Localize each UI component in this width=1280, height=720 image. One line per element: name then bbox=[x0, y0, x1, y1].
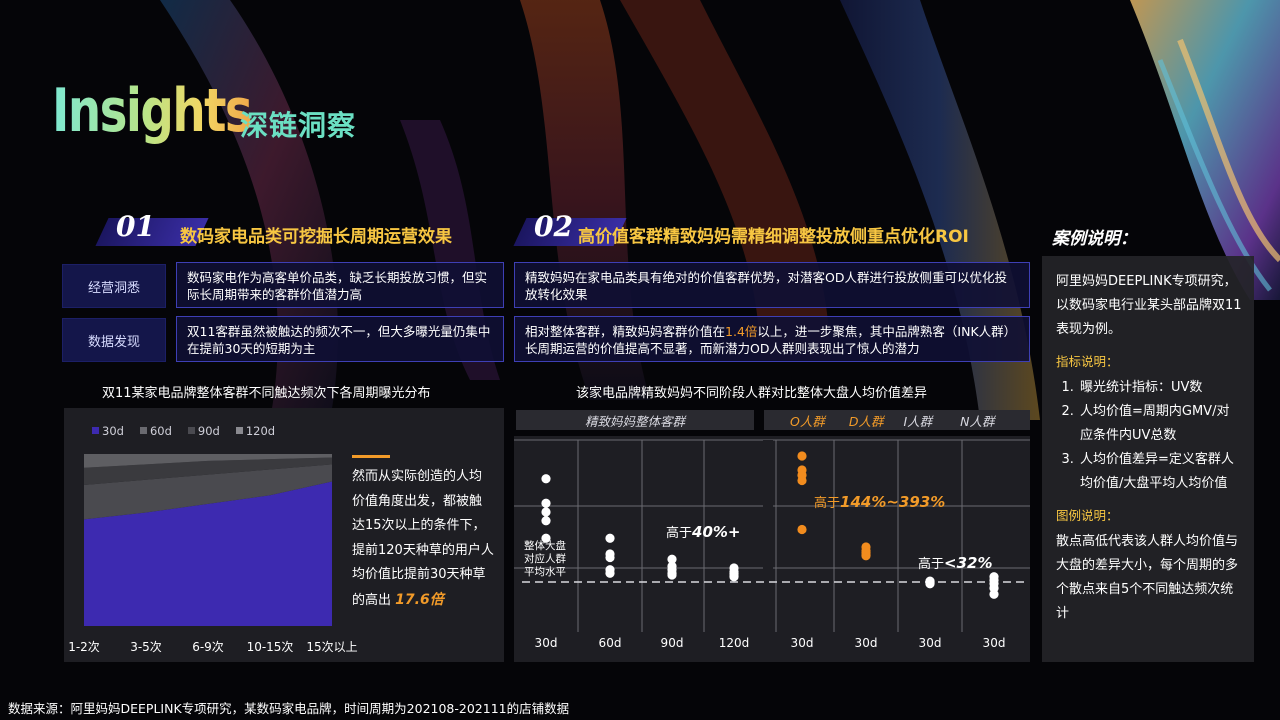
title-chinese: 深链洞察 bbox=[240, 109, 357, 142]
scatter-point bbox=[925, 579, 935, 589]
scatter-point bbox=[989, 589, 999, 599]
scatter-point bbox=[541, 474, 551, 484]
legend-item-120d: 120d bbox=[235, 424, 276, 438]
annotation-whole: 高于40%+ bbox=[666, 522, 741, 541]
metric-item: 曝光统计指标：UV数 bbox=[1078, 376, 1242, 400]
title-insights: Insights bbox=[52, 76, 253, 146]
left-chart-note: 然而从实际创造的人均价值角度出发，都被触达15次以上的条件下，提前120天种草的… bbox=[352, 465, 494, 613]
annotation-in-value: <32% bbox=[944, 554, 993, 572]
group-label-whole-text: 精致妈妈整体客群 bbox=[584, 413, 685, 429]
scatter-point bbox=[797, 451, 807, 461]
left-chart-title: 双11某家电品牌整体客群不同触达频次下各周期曝光分布 bbox=[102, 386, 431, 401]
scatter-point bbox=[541, 498, 551, 508]
reference-line-label: 整体大盘 对应人群 平均水平 bbox=[524, 540, 566, 579]
annotation-od: 高于144%~393% bbox=[814, 492, 945, 511]
legend-item-60d: 60d bbox=[139, 424, 172, 438]
legend-item-90d: 90d bbox=[187, 424, 220, 438]
segment-label-d: D人群 bbox=[848, 413, 884, 429]
metrics-title: 指标说明： bbox=[1056, 354, 1119, 369]
metric-item: 人均价值差异=定义客群人均价值/大盘平均人均价值 bbox=[1078, 448, 1242, 496]
legend-label-30d: 30d bbox=[102, 424, 124, 438]
note-text: 然而从实际创造的人均价值角度出发，都被触达15次以上的条件下，提前120天种草的… bbox=[352, 469, 494, 608]
area-x-label: 10-15次 bbox=[246, 640, 294, 654]
legend-explanation: 散点高低代表该人群人均价值与大盘的差异大小，每个周期的多个散点来自5个不同触达频… bbox=[1056, 534, 1239, 621]
section-01-title: 数码家电品类可挖掘长周期运营效果 bbox=[180, 227, 452, 247]
legend-title: 图例说明： bbox=[1056, 508, 1119, 523]
scatter-x-label: 120d bbox=[718, 636, 750, 650]
ref-label-line2: 对应人群 bbox=[524, 553, 566, 565]
area-x-label: 6-9次 bbox=[192, 640, 224, 654]
area-x-label: 1-2次 bbox=[68, 640, 100, 654]
area-x-label: 15次以上 bbox=[306, 640, 358, 654]
ref-label-line3: 平均水平 bbox=[524, 566, 566, 578]
section-02-title: 高价值客群精致妈妈需精细调整投放侧重点优化ROI bbox=[578, 227, 969, 247]
scatter-x-label: 30d bbox=[790, 636, 814, 650]
case-panel: 阿里妈妈DEEPLINK专项研究，以数码家电行业某头部品牌双11表现为例。 指标… bbox=[1042, 256, 1254, 662]
scatter-point bbox=[797, 524, 807, 535]
annotation-whole-prefix: 高于 bbox=[666, 526, 693, 541]
note-highlight-value: 17.6倍 bbox=[395, 591, 444, 608]
segment-label-n: N人群 bbox=[960, 413, 995, 429]
ref-label-line1: 整体大盘 bbox=[524, 540, 566, 552]
legend-label-60d: 60d bbox=[149, 424, 172, 438]
row2-highlight-multiple: 1.4倍 bbox=[725, 324, 758, 339]
legend-label-90d: 90d bbox=[197, 424, 220, 438]
scatter-x-label: 90d bbox=[660, 636, 684, 650]
note-accent-line bbox=[352, 455, 390, 458]
scatter-point bbox=[605, 533, 615, 543]
scatter-x-label: 30d bbox=[918, 636, 942, 650]
scatter-point bbox=[861, 551, 871, 561]
scatter-x-label: 60d bbox=[598, 636, 622, 650]
scatter-x-label: 30d bbox=[982, 636, 1006, 650]
row1-right-text: 精致妈妈在家电品类具有绝对的价值客群优势，对潜客OD人群进行投放侧重可以优化投放… bbox=[514, 262, 1030, 308]
segment-label-o: O人群 bbox=[790, 413, 825, 429]
left-chart-legend: 30d 60d 90d 120d bbox=[92, 424, 275, 438]
row2-right-text-a: 相对整体客群，精致妈妈客群价值在 bbox=[525, 324, 726, 339]
case-intro: 阿里妈妈DEEPLINK专项研究，以数码家电行业某头部品牌双11表现为例。 bbox=[1056, 274, 1242, 337]
row-label-data-findings: 数据发现 bbox=[62, 318, 166, 362]
scatter-point bbox=[541, 507, 551, 517]
area-x-label: 3-5次 bbox=[130, 640, 162, 654]
metrics-list: 曝光统计指标：UV数 人均价值=周期内GMV/对应条件内UV总数 人均价值差异=… bbox=[1056, 376, 1242, 496]
annotation-in: 高于<32% bbox=[918, 553, 993, 572]
annotation-whole-value: 40%+ bbox=[692, 523, 741, 541]
legend-item-30d: 30d bbox=[92, 424, 124, 438]
scatter-point bbox=[667, 570, 677, 580]
row-label-business-insight: 经营洞悉 bbox=[62, 264, 166, 308]
section-02-number: 02 bbox=[534, 210, 573, 243]
stacked-area-chart bbox=[84, 454, 332, 626]
scatter-point bbox=[797, 475, 807, 486]
scatter-point bbox=[541, 516, 551, 526]
scatter-point bbox=[729, 572, 739, 582]
annotation-in-prefix: 高于 bbox=[918, 557, 945, 572]
row2-left-text: 双11客群虽然被触达的频次不一，但大多曝光量仍集中在提前30天的短期为主 bbox=[176, 316, 504, 362]
segment-labels-bar: O人群 D人群 I人群 N人群 bbox=[764, 410, 1030, 430]
group-label-whole: 精致妈妈整体客群 bbox=[516, 410, 754, 430]
scatter-point bbox=[605, 568, 615, 578]
annotation-od-prefix: 高于 bbox=[814, 496, 841, 511]
scatter-x-label: 30d bbox=[854, 636, 878, 650]
section-01-number: 01 bbox=[116, 210, 155, 243]
data-source: 数据来源：阿里妈妈DEEPLINK专项研究，某数码家电品牌，时间周期为20210… bbox=[8, 701, 570, 716]
row1-left-text: 数码家电作为高客单价品类，缺乏长期投放习惯，但实际长周期带来的客群价值潜力高 bbox=[176, 262, 504, 308]
row2-right-text: 相对整体客群，精致妈妈客群价值在1.4倍以上，进一步聚焦，其中品牌熟客（INK人… bbox=[514, 316, 1030, 362]
metric-item: 人均价值=周期内GMV/对应条件内UV总数 bbox=[1078, 400, 1242, 448]
legend-label-120d: 120d bbox=[245, 424, 276, 438]
scatter-x-label: 30d bbox=[534, 636, 558, 650]
segment-label-i: I人群 bbox=[903, 413, 933, 429]
scatter-point bbox=[605, 552, 615, 563]
right-chart-title: 该家电品牌精致妈妈不同阶段人群对比整体大盘人均价值差异 bbox=[576, 386, 928, 401]
scatter-chart bbox=[514, 439, 1030, 632]
case-heading: 案例说明： bbox=[1052, 229, 1137, 249]
annotation-od-value: 144%~393% bbox=[840, 493, 946, 511]
